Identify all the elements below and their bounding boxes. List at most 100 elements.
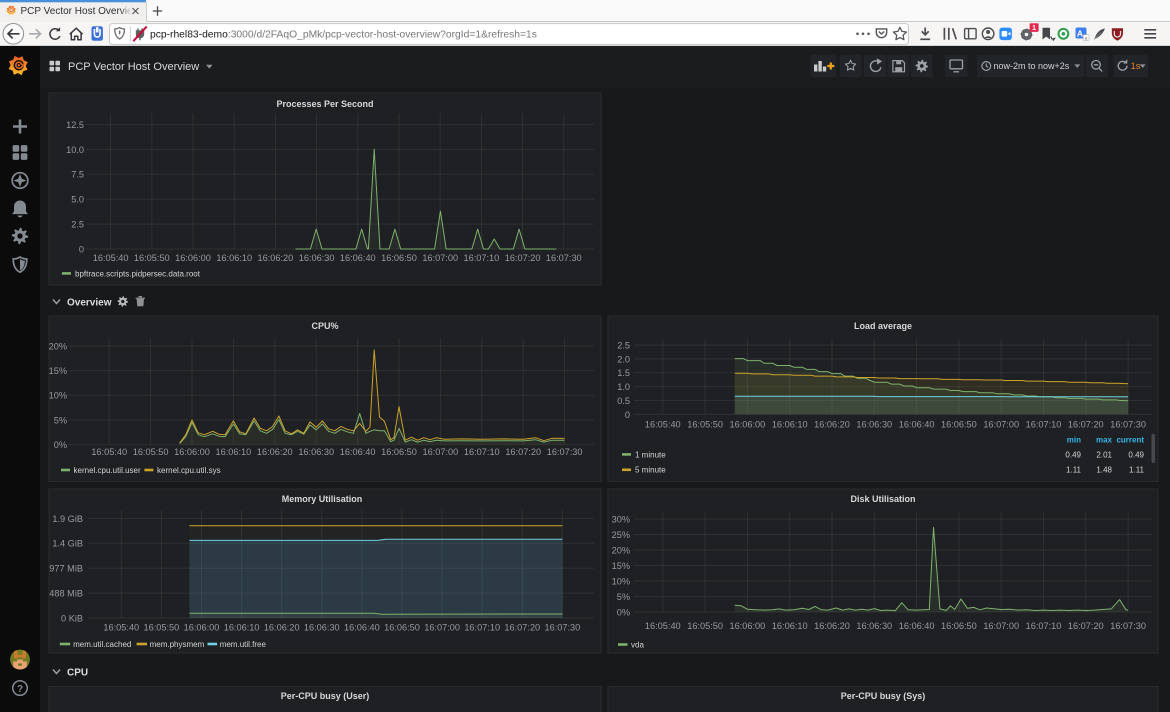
svg-text:16:06:20: 16:06:20	[258, 253, 294, 263]
svg-text:16:07:20: 16:07:20	[505, 253, 541, 263]
svg-text:16:05:40: 16:05:40	[103, 622, 139, 632]
svg-text:0%: 0%	[54, 440, 67, 450]
svg-text:current: current	[1116, 435, 1144, 444]
svg-text:2.5: 2.5	[617, 341, 630, 351]
svg-text:16:06:40: 16:06:40	[344, 622, 380, 632]
svg-text:kernel.cpu.util.user: kernel.cpu.util.user	[74, 466, 141, 475]
svg-text:16:07:30: 16:07:30	[1110, 420, 1146, 430]
svg-text:16:07:10: 16:07:10	[1026, 621, 1062, 631]
svg-text:1: 1	[1032, 25, 1036, 32]
svg-text:0%: 0%	[617, 607, 630, 617]
svg-text:16:06:40: 16:06:40	[899, 420, 935, 430]
svg-text:16:07:30: 16:07:30	[1110, 621, 1146, 631]
svg-text:5 minute: 5 minute	[635, 466, 666, 475]
svg-text:10.0: 10.0	[66, 145, 84, 155]
svg-text:5.0: 5.0	[71, 195, 84, 205]
svg-text:977 MiB: 977 MiB	[49, 564, 83, 574]
svg-text:16:06:00: 16:06:00	[175, 253, 211, 263]
svg-text:25%: 25%	[612, 530, 630, 540]
svg-text:mem.physmem: mem.physmem	[150, 640, 205, 649]
svg-text:16:06:20: 16:06:20	[264, 622, 300, 632]
svg-text:Processes Per Second: Processes Per Second	[276, 99, 373, 109]
svg-text:16:06:10: 16:06:10	[772, 621, 808, 631]
svg-text:16:05:50: 16:05:50	[133, 447, 169, 457]
svg-text:mem.util.cached: mem.util.cached	[73, 640, 131, 649]
svg-text:16:07:30: 16:07:30	[547, 447, 583, 457]
svg-text:16:07:20: 16:07:20	[1068, 621, 1104, 631]
svg-text:488 MiB: 488 MiB	[49, 589, 83, 599]
svg-text:16:07:20: 16:07:20	[505, 447, 541, 457]
svg-text:16:07:00: 16:07:00	[983, 420, 1019, 430]
svg-text:7.5: 7.5	[71, 170, 84, 180]
svg-text:2.01: 2.01	[1096, 450, 1112, 459]
svg-text:Per-CPU busy (Sys): Per-CPU busy (Sys)	[841, 691, 926, 701]
svg-text:Disk Utilisation: Disk Utilisation	[850, 494, 915, 504]
svg-text:vda: vda	[631, 640, 644, 649]
svg-text:16:06:40: 16:06:40	[340, 447, 376, 457]
svg-text:10%: 10%	[49, 391, 67, 401]
svg-text:16:06:20: 16:06:20	[814, 621, 850, 631]
svg-text:0: 0	[79, 244, 84, 254]
svg-text:1.5: 1.5	[617, 368, 630, 378]
svg-text:?: ?	[17, 684, 23, 695]
svg-text:pcp-rhel83-demo:3000/d/2FAqO_p: pcp-rhel83-demo:3000/d/2FAqO_pMk/pcp-vec…	[150, 29, 537, 40]
svg-text:kernel.cpu.util.sys: kernel.cpu.util.sys	[157, 466, 221, 475]
svg-text:bpftrace.scripts.pidpersec.dat: bpftrace.scripts.pidpersec.data.root	[75, 269, 201, 278]
svg-text:mem.util.free: mem.util.free	[220, 640, 267, 649]
svg-text:16:07:30: 16:07:30	[545, 622, 581, 632]
svg-text:16:06:30: 16:06:30	[299, 253, 335, 263]
svg-text:16:07:20: 16:07:20	[504, 622, 540, 632]
svg-text:1s: 1s	[1131, 61, 1141, 72]
svg-text:16:06:30: 16:06:30	[856, 621, 892, 631]
svg-text:16:07:20: 16:07:20	[1068, 420, 1104, 430]
svg-text:16:06:40: 16:06:40	[899, 621, 935, 631]
svg-text:CPU: CPU	[67, 667, 88, 678]
svg-text:Memory Utilisation: Memory Utilisation	[282, 494, 363, 504]
svg-text:16:06:00: 16:06:00	[730, 621, 766, 631]
svg-text:16:06:30: 16:06:30	[856, 420, 892, 430]
svg-text:Overview: Overview	[67, 297, 112, 308]
svg-text:16:06:00: 16:06:00	[730, 420, 766, 430]
svg-text:16:07:10: 16:07:10	[464, 622, 500, 632]
svg-text:16:05:50: 16:05:50	[134, 253, 170, 263]
svg-text:16:05:50: 16:05:50	[687, 621, 723, 631]
svg-text:16:06:10: 16:06:10	[224, 622, 260, 632]
svg-text:16:05:40: 16:05:40	[91, 447, 127, 457]
svg-text:min: min	[1067, 435, 1081, 444]
svg-text:16:05:40: 16:05:40	[93, 253, 129, 263]
svg-text:PCP Vector Host Overview: PCP Vector Host Overview	[68, 61, 199, 73]
svg-text:16:05:40: 16:05:40	[645, 420, 681, 430]
svg-text:now-2m to now+2s: now-2m to now+2s	[994, 61, 1070, 71]
svg-text:a: a	[1085, 36, 1088, 41]
svg-text:15%: 15%	[612, 561, 630, 571]
svg-text:5%: 5%	[54, 415, 67, 425]
svg-text:10%: 10%	[612, 576, 630, 586]
svg-text:16:07:00: 16:07:00	[424, 622, 460, 632]
svg-text:0.49: 0.49	[1065, 450, 1081, 459]
svg-text:20%: 20%	[49, 341, 67, 351]
svg-text:16:07:00: 16:07:00	[422, 253, 458, 263]
svg-text:5%: 5%	[617, 592, 630, 602]
svg-text:30%: 30%	[612, 514, 630, 524]
svg-text:12.5: 12.5	[66, 120, 84, 130]
svg-text:2.0: 2.0	[617, 354, 630, 364]
svg-text:15%: 15%	[49, 366, 67, 376]
svg-text:16:05:50: 16:05:50	[144, 622, 180, 632]
svg-text:16:07:00: 16:07:00	[983, 621, 1019, 631]
svg-text:1 minute: 1 minute	[635, 450, 666, 459]
svg-text:16:06:10: 16:06:10	[216, 253, 252, 263]
svg-text:16:06:30: 16:06:30	[304, 622, 340, 632]
svg-text:16:05:40: 16:05:40	[645, 621, 681, 631]
svg-text:A: A	[1077, 28, 1083, 38]
svg-text:16:05:50: 16:05:50	[687, 420, 723, 430]
svg-text:PCP Vector Host Overvie: PCP Vector Host Overvie	[21, 6, 134, 17]
svg-text:16:06:50: 16:06:50	[381, 253, 417, 263]
svg-text:1.4 GiB: 1.4 GiB	[52, 539, 83, 549]
svg-text:1.48: 1.48	[1096, 466, 1112, 475]
svg-text:0.49: 0.49	[1128, 450, 1144, 459]
svg-text:16:07:10: 16:07:10	[464, 253, 500, 263]
svg-text:16:06:00: 16:06:00	[174, 447, 210, 457]
svg-text:16:06:50: 16:06:50	[381, 447, 417, 457]
svg-text:16:07:30: 16:07:30	[546, 253, 582, 263]
svg-text:16:07:00: 16:07:00	[423, 447, 459, 457]
